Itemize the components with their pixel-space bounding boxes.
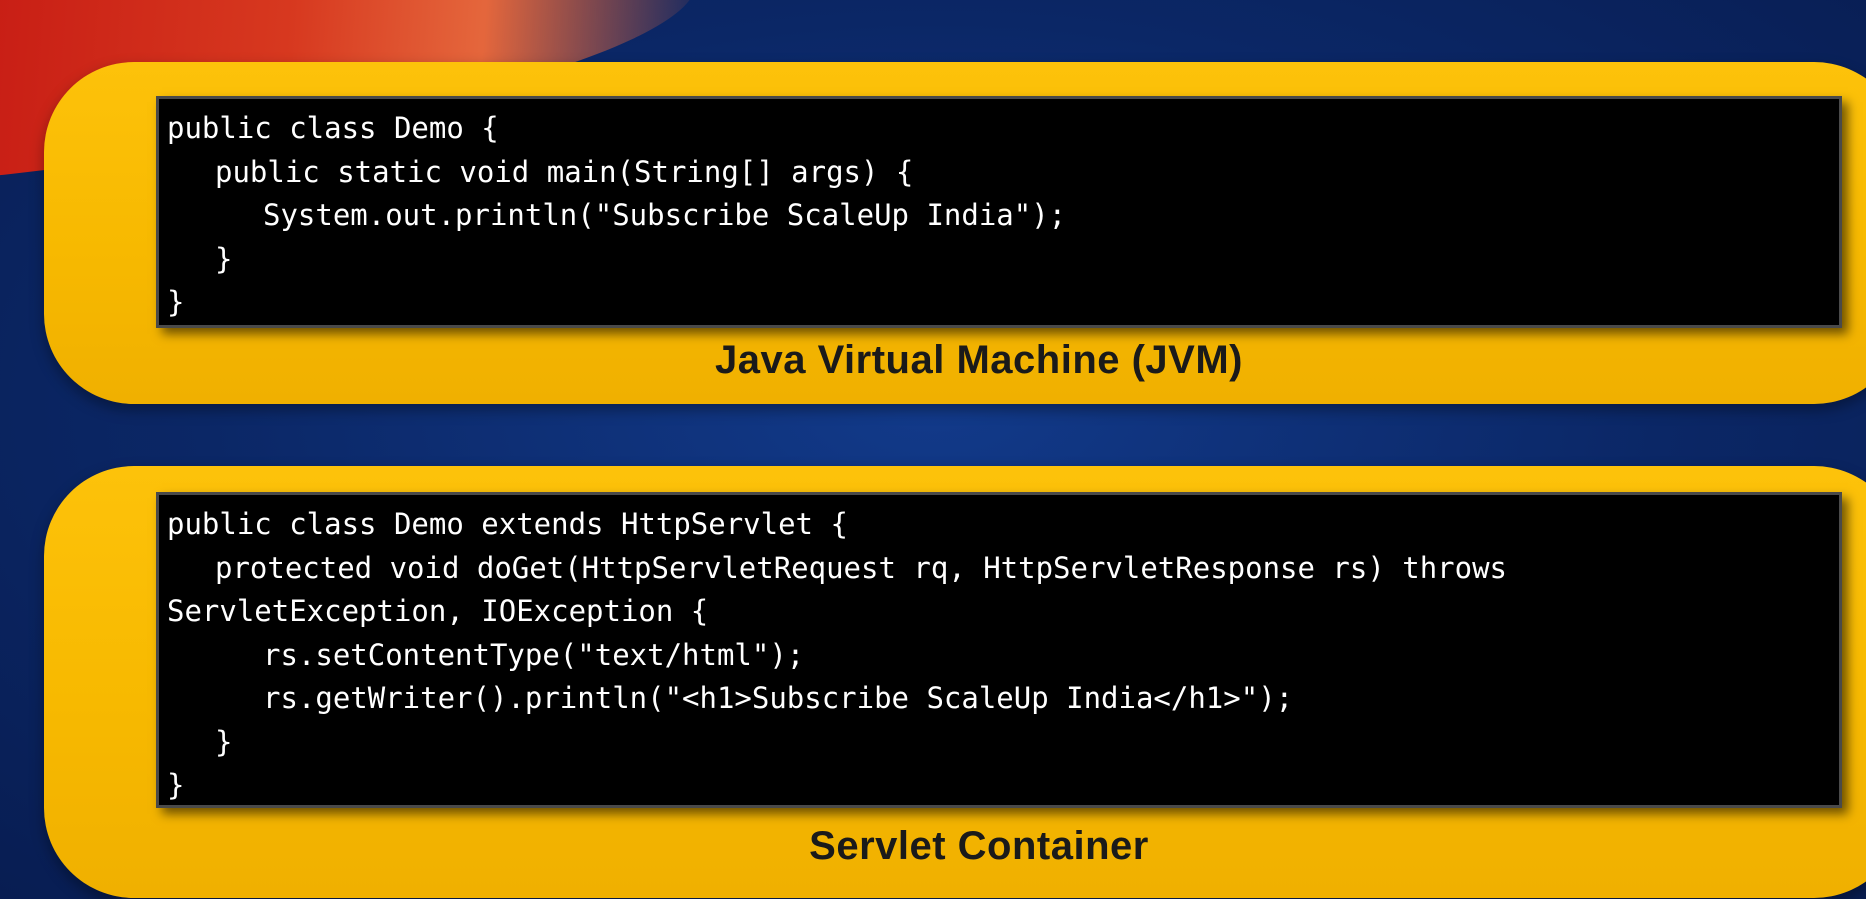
servlet-container-panel: public class Demo extends HttpServlet { … [44,466,1866,898]
jvm-caption: Java Virtual Machine (JVM) [715,338,1243,382]
servlet-container-caption: Servlet Container [809,824,1149,868]
code-line: } [215,724,233,759]
code-line: public static void main(String[] args) { [215,154,914,189]
servlet-code-block: public class Demo extends HttpServlet { … [156,492,1842,808]
code-line: public class Demo { [167,111,499,145]
jvm-code-block: public class Demo { public static void m… [156,96,1842,328]
code-line: protected void doGet(HttpServletRequest … [215,550,1508,585]
code-line: rs.setContentType("text/html"); [263,637,805,672]
jvm-panel: public class Demo { public static void m… [44,62,1866,404]
code-line: } [167,285,185,319]
code-line: ServletException, IOException { [167,594,709,628]
code-line: } [167,768,185,802]
code-line: rs.getWriter().println("<h1>Subscribe Sc… [263,681,1294,715]
code-line: public class Demo extends HttpServlet { [167,507,848,541]
code-line: System.out.println("Subscribe ScaleUp In… [263,198,1067,232]
code-line: } [215,241,233,276]
